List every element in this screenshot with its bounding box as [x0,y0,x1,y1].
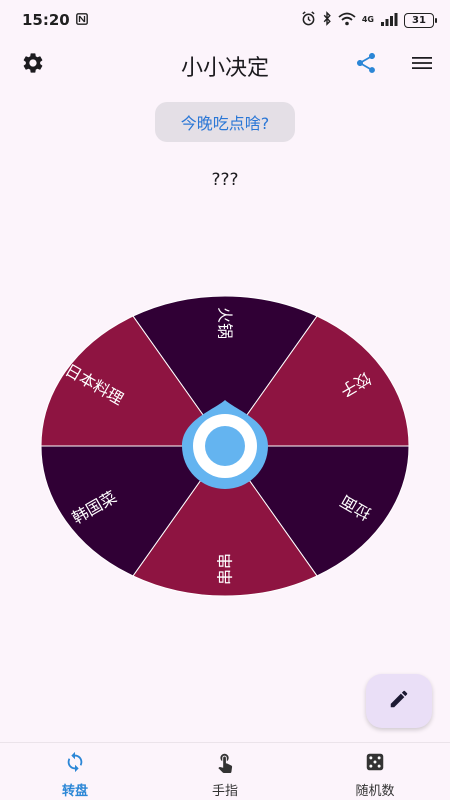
wheel-segment-label: 串串 [216,553,235,585]
pointer-center [205,426,245,466]
bottom-nav: 转盘 手指 随机数 [0,742,450,800]
share-icon [354,51,378,79]
pencil-icon [388,688,410,714]
nfc-icon [75,11,88,29]
battery-indicator: 31 [404,12,437,28]
nav-label-random-number: 随机数 [355,784,395,799]
share-button[interactable] [346,45,386,85]
wifi-icon [338,11,356,30]
nav-item-random-number[interactable]: 随机数 [300,743,450,800]
refresh-icon [64,751,86,777]
dice-icon [364,751,386,777]
nav-item-wheel[interactable]: 转盘 [0,743,150,800]
bluetooth-icon [322,10,332,30]
nav-label-wheel: 转盘 [61,784,88,799]
menu-icon [410,51,434,79]
app-bar: 小小决定 [0,40,450,90]
edit-fab[interactable] [366,674,432,728]
nav-item-finger[interactable]: 手指 [150,743,300,800]
signal-icon [380,11,398,30]
finger-tap-icon [214,751,236,777]
status-time: 15:20 [22,11,70,29]
nav-label-finger: 手指 [211,784,238,799]
status-right: 4G 31 [301,10,437,30]
decision-wheel[interactable]: 火锅饺子拉面串串韩国菜日本料理 [40,296,410,598]
wheel-segment-label: 火锅 [216,307,235,339]
status-bar: 15:20 4G 31 [0,0,450,40]
alarm-icon [301,10,316,30]
question-button[interactable]: 今晚吃点啥? [155,102,295,142]
network-label: 4G [361,15,374,24]
result-text: ??? [211,170,239,190]
menu-button[interactable] [402,45,442,85]
status-left: 15:20 [22,11,88,29]
